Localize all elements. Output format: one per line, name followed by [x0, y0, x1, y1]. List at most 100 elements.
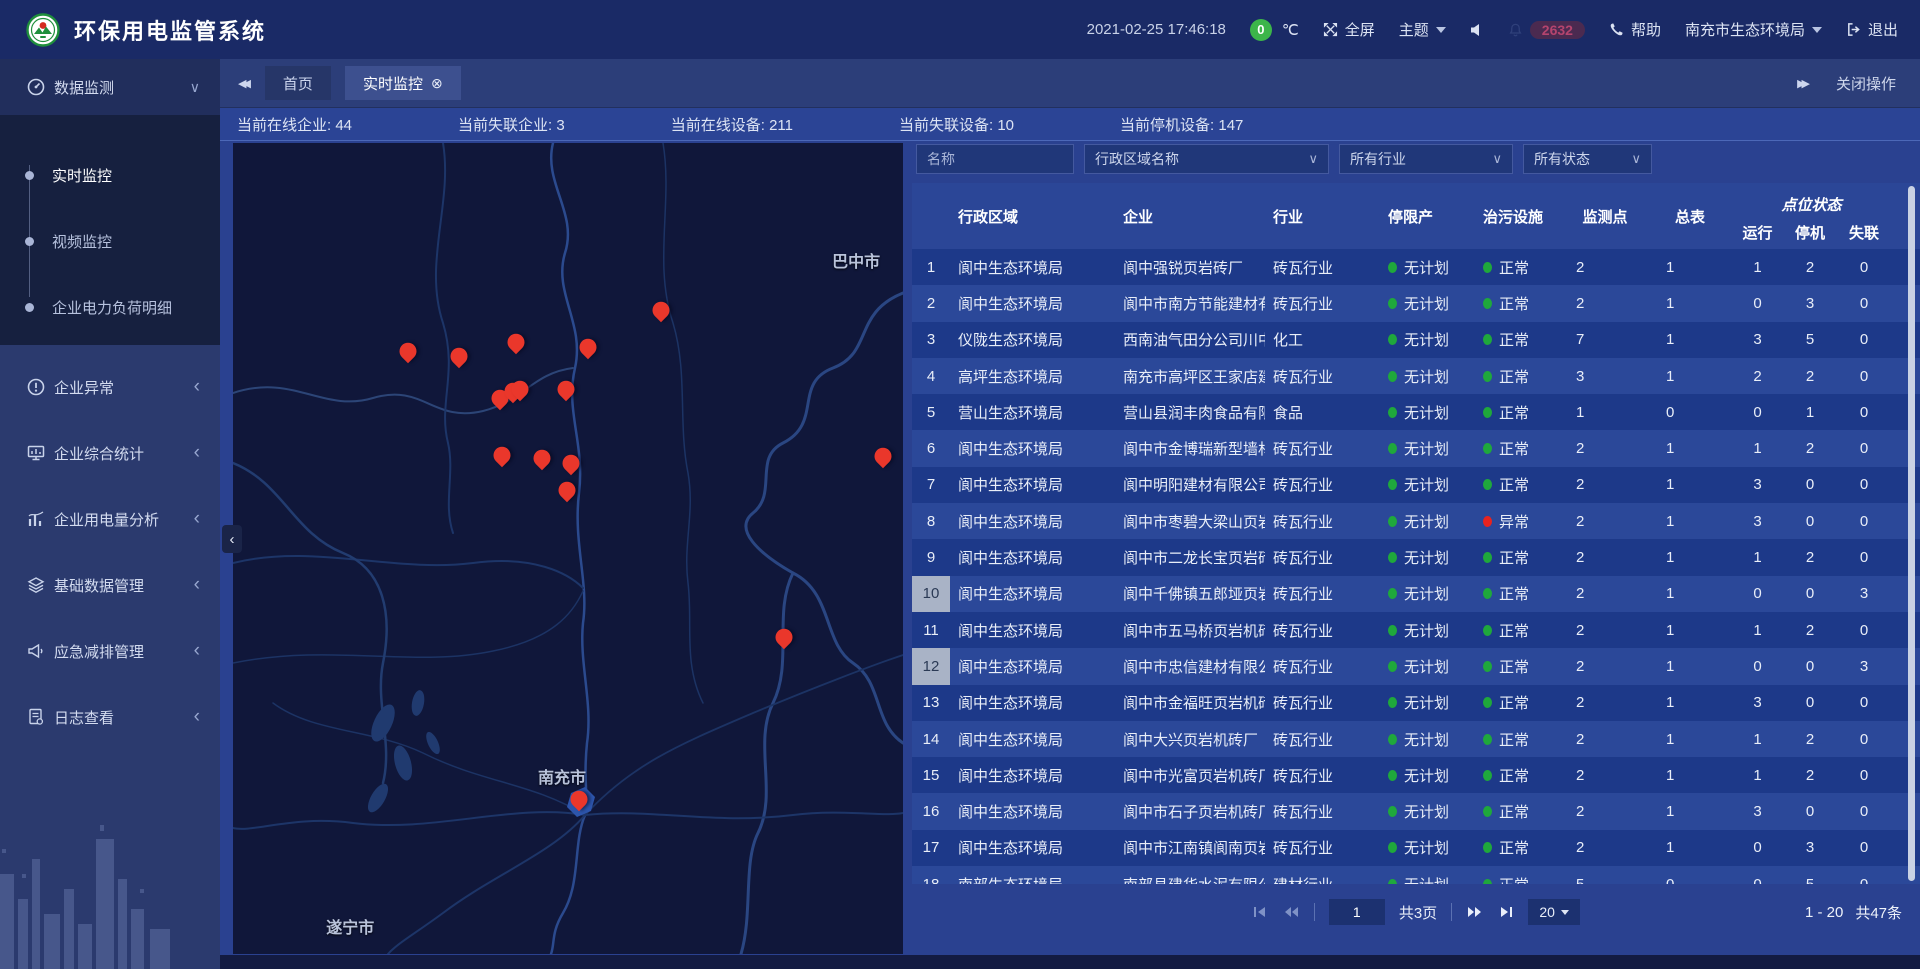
stats-bar: 当前在线企业: 44 当前失联企业: 3 当前在线设备: 211 当前失联设备:… [220, 108, 1920, 141]
cell-stop-limit: 无计划 [1380, 757, 1475, 793]
table-row[interactable]: 8 阆中生态环境局 阆中市枣碧大梁山页岩 砖瓦行业 无计划 异常 2 1 3 0… [912, 503, 1920, 539]
map-canvas[interactable]: 巴中市南充市遂宁市 [233, 143, 903, 954]
notifications[interactable]: 2632 [1508, 21, 1585, 39]
table-row[interactable]: 14 阆中生态环境局 阆中大兴页岩机砖厂 砖瓦行业 无计划 正常 2 1 1 2… [912, 721, 1920, 757]
industry-filter-select[interactable]: 所有行业 ∨ [1339, 144, 1513, 174]
cell-enterprise: 阆中强锐页岩砖厂 [1115, 249, 1265, 285]
cell-stop-limit: 无计划 [1380, 430, 1475, 466]
sidebar-group-enterprise-statistics[interactable]: 企业综合统计 ‹ [0, 420, 220, 486]
tabs-scroll-right-icon[interactable]: ▶▶ [1797, 77, 1810, 90]
status-filter-select[interactable]: 所有状态 ∨ [1523, 144, 1652, 174]
table-row[interactable]: 10 阆中生态环境局 阆中千佛镇五郎垭页岩 砖瓦行业 无计划 正常 2 1 0 … [912, 576, 1920, 612]
cell-facility: 正常 [1475, 612, 1560, 648]
sidebar-group-power-analysis[interactable]: 企业用电量分析 ‹ [0, 486, 220, 552]
stat-online-enterprises: 当前在线企业: 44 [237, 114, 352, 135]
stop-limit-status-dot [1388, 334, 1397, 345]
cell-run: 2 [1730, 358, 1785, 394]
name-filter-input[interactable] [916, 144, 1074, 174]
table-row[interactable]: 5 营山生态环境局 营山县润丰肉食品有限 食品 无计划 正常 1 0 0 1 0 [912, 394, 1920, 430]
bullet-dot-icon [25, 303, 34, 312]
table-row[interactable]: 17 阆中生态环境局 阆中市江南镇阆南页岩 砖瓦行业 无计划 正常 2 1 0 … [912, 830, 1920, 866]
logout-button[interactable]: 退出 [1846, 19, 1898, 40]
table-row[interactable]: 15 阆中生态环境局 阆中市光富页岩机砖厂 砖瓦行业 无计划 正常 2 1 1 … [912, 757, 1920, 793]
next-page-button[interactable] [1466, 905, 1484, 919]
cell-run: 3 [1730, 793, 1785, 829]
header-index [912, 183, 950, 249]
fullscreen-button[interactable]: 全屏 [1323, 19, 1375, 40]
facility-label: 正常 [1499, 366, 1529, 387]
sidebar-group-log-view[interactable]: 日志查看 ‹ [0, 684, 220, 750]
org-dropdown[interactable]: 南充市生态环境局 [1685, 19, 1822, 40]
sidebar-group-basic-data[interactable]: 基础数据管理 ‹ [0, 552, 220, 618]
cell-industry: 砖瓦行业 [1265, 467, 1380, 503]
sidebar-item-video-monitoring[interactable]: 视频监控 [0, 208, 220, 274]
tabs-scroll-left-icon[interactable]: ◀◀ [238, 77, 251, 90]
table-header: 行政区域 企业 行业 停限产 治污设施 监测点 总表 点位状态 运行 停机 失联 [912, 183, 1920, 249]
table-row[interactable]: 11 阆中生态环境局 阆中市五马桥页岩机砖 砖瓦行业 无计划 正常 2 1 1 … [912, 612, 1920, 648]
stop-limit-status-dot [1388, 298, 1397, 309]
region-filter-select[interactable]: 行政区域名称 ∨ [1084, 144, 1329, 174]
chevron-down-icon [1436, 27, 1446, 33]
header-lost: 失联 [1835, 216, 1893, 249]
help-button[interactable]: 帮助 [1609, 19, 1661, 40]
cell-stopped: 1 [1785, 394, 1835, 430]
stat-offline-devices: 当前失联设备: 10 [899, 114, 1014, 135]
facility-label: 正常 [1499, 874, 1529, 884]
last-page-button[interactable] [1498, 905, 1514, 919]
theme-dropdown[interactable]: 主题 [1399, 19, 1446, 40]
close-operations-button[interactable]: 关闭操作 [1836, 73, 1896, 94]
facility-label: 正常 [1499, 293, 1529, 314]
table-row[interactable]: 18 南部生态环境局 南部县建华水泥有限公 建材行业 无计划 正常 5 0 0 … [912, 866, 1920, 884]
tab-home[interactable]: 首页 [265, 66, 331, 100]
table-row[interactable]: 1 阆中生态环境局 阆中强锐页岩砖厂 砖瓦行业 无计划 正常 2 1 1 2 0 [912, 249, 1920, 285]
cell-monitor-points: 2 [1560, 249, 1650, 285]
cell-index: 15 [912, 757, 950, 793]
stop-limit-status-dot [1388, 407, 1397, 418]
cell-run: 1 [1730, 612, 1785, 648]
page-number-input[interactable] [1329, 899, 1385, 925]
cell-facility: 正常 [1475, 539, 1560, 575]
facility-status-dot [1483, 298, 1492, 309]
sidebar-group-enterprise-abnormal[interactable]: 企业异常 ‹ [0, 354, 220, 420]
stop-limit-status-dot [1388, 697, 1397, 708]
tab-bar: ◀◀ 首页 实时监控 ⊗ ▶▶ 关闭操作 [220, 59, 1920, 108]
cell-monitor-points: 2 [1560, 757, 1650, 793]
table-row[interactable]: 4 高坪生态环境局 南充市高坪区王家店建 砖瓦行业 无计划 正常 3 1 2 2… [912, 358, 1920, 394]
facility-label: 正常 [1499, 729, 1529, 750]
table-row[interactable]: 9 阆中生态环境局 阆中市二龙长宝页岩砖 砖瓦行业 无计划 正常 2 1 1 2… [912, 539, 1920, 575]
megaphone-icon [26, 641, 46, 661]
table-row[interactable]: 12 阆中生态环境局 阆中市忠信建材有限公 砖瓦行业 无计划 正常 2 1 0 … [912, 648, 1920, 684]
stop-limit-label: 无计划 [1404, 656, 1449, 677]
table-row[interactable]: 16 阆中生态环境局 阆中市石子页岩机砖厂 砖瓦行业 无计划 正常 2 1 3 … [912, 793, 1920, 829]
cell-enterprise: 南充市高坪区王家店建 [1115, 358, 1265, 394]
cell-lost: 0 [1835, 830, 1893, 866]
table-row[interactable]: 3 仪陇生态环境局 西南油气田分公司川中 化工 无计划 正常 7 1 3 5 0 [912, 322, 1920, 358]
sidebar-item-realtime-monitoring[interactable]: 实时监控 [0, 142, 220, 208]
close-icon[interactable]: ⊗ [431, 75, 443, 92]
map-city-label: 南充市 [538, 764, 586, 788]
cell-stop-limit: 无计划 [1380, 358, 1475, 394]
sidebar-group-emergency-reduction[interactable]: 应急减排管理 ‹ [0, 618, 220, 684]
table-row[interactable]: 13 阆中生态环境局 阆中市金福旺页岩机砖 砖瓦行业 无计划 正常 2 1 3 … [912, 685, 1920, 721]
table-row[interactable]: 7 阆中生态环境局 阆中明阳建材有限公司 砖瓦行业 无计划 正常 2 1 3 0… [912, 467, 1920, 503]
table-row[interactable]: 2 阆中生态环境局 阆中市南方节能建材有 砖瓦行业 无计划 正常 2 1 0 3… [912, 285, 1920, 321]
stop-limit-label: 无计划 [1404, 620, 1449, 641]
cell-total-meter: 1 [1650, 249, 1730, 285]
page-size-select[interactable]: 20 [1528, 899, 1580, 925]
previous-page-button[interactable] [1282, 905, 1300, 919]
panel-collapse-toggle[interactable]: ‹ [222, 525, 242, 553]
chevron-left-icon: ‹ [194, 448, 200, 458]
table-row[interactable]: 6 阆中生态环境局 阆中市金博瑞新型墙材 砖瓦行业 无计划 正常 2 1 1 2… [912, 430, 1920, 466]
sidebar-group-data-monitoring[interactable]: 数据监测 ∨ [0, 59, 220, 115]
fullscreen-label: 全屏 [1345, 19, 1375, 40]
cell-enterprise: 阆中明阳建材有限公司 [1115, 467, 1265, 503]
tab-realtime-monitoring[interactable]: 实时监控 ⊗ [345, 66, 461, 100]
mute-button[interactable] [1470, 23, 1484, 37]
header-total-meter: 总表 [1650, 183, 1730, 249]
first-page-button[interactable] [1252, 905, 1268, 919]
cell-enterprise: 阆中市金博瑞新型墙材 [1115, 430, 1265, 466]
table-scrollbar[interactable] [1908, 186, 1915, 881]
header-monitor: 监测点 [1560, 183, 1650, 249]
sidebar-item-power-load-detail[interactable]: 企业电力负荷明细 [0, 274, 220, 340]
facility-status-dot [1483, 842, 1492, 853]
